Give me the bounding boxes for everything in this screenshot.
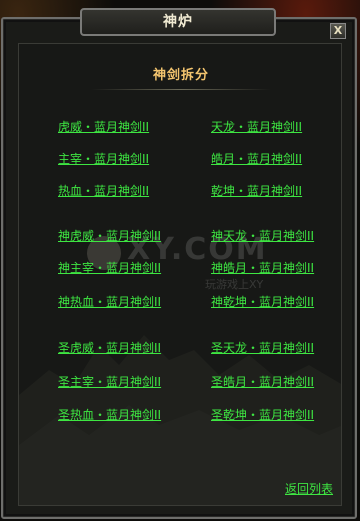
sword-link[interactable]: 圣虎威・蓝月神剑II [58,339,161,356]
sword-link[interactable]: 神热血・蓝月神剑II [58,293,161,310]
watermark-subtext: 玩游戏上XY [205,278,264,291]
sword-link[interactable]: 神乾坤・蓝月神剑II [211,293,314,310]
sword-link[interactable]: 圣天龙・蓝月神剑II [211,339,314,356]
sword-link[interactable]: 圣主宰・蓝月神剑II [58,373,161,390]
sword-link[interactable]: 乾坤・蓝月神剑II [211,182,302,199]
sword-link[interactable]: 热血・蓝月神剑II [58,182,149,199]
sword-link[interactable]: 神虎威・蓝月神剑II [58,227,161,244]
sword-link[interactable]: 天龙・蓝月神剑II [211,118,302,135]
content-panel: XY.COM 玩游戏上XY 神剑拆分 虎威・蓝月神剑II 天龙・蓝月神剑II 主… [18,43,342,506]
sword-link[interactable]: 主宰・蓝月神剑II [58,150,149,167]
sword-link[interactable]: 虎威・蓝月神剑II [58,118,149,135]
sword-link[interactable]: 神皓月・蓝月神剑II [211,259,314,276]
sword-link[interactable]: 皓月・蓝月神剑II [211,150,302,167]
section-heading: 神剑拆分 [152,68,209,83]
dialog-title: 神炉 [80,8,276,36]
sword-link[interactable]: 圣热血・蓝月神剑II [58,406,161,423]
sword-link[interactable]: 神天龙・蓝月神剑II [211,227,314,244]
sword-link[interactable]: 圣乾坤・蓝月神剑II [211,406,314,423]
close-button[interactable]: X [330,23,346,39]
back-to-list-link[interactable]: 返回列表 [285,480,333,497]
sword-link[interactable]: 神主宰・蓝月神剑II [58,259,161,276]
sword-link[interactable]: 圣皓月・蓝月神剑II [211,373,314,390]
heading-divider [91,89,271,90]
